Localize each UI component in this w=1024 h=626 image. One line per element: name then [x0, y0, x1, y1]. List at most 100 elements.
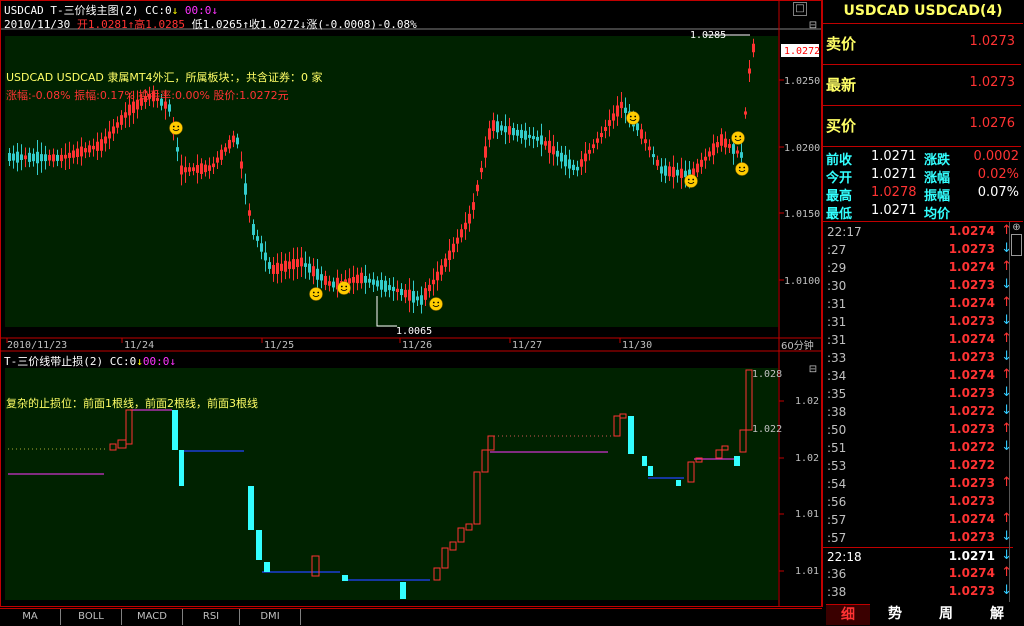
tick-price: 1.0273 — [948, 530, 995, 544]
sell-price-row: 卖价 1.0273 — [823, 24, 1021, 65]
candle-body — [388, 285, 391, 291]
candle-body — [412, 291, 415, 303]
tick-row: :38 1.0273 ↓ — [823, 583, 1013, 601]
stop-block-down — [400, 582, 406, 599]
candle-body — [324, 275, 327, 285]
tick-row: :31 1.0274 ↑ — [823, 331, 1013, 349]
candle-body — [640, 129, 643, 139]
candle-body — [252, 224, 255, 235]
candle-body — [520, 129, 523, 139]
date-axis-label: 2010/11/23 — [7, 340, 67, 351]
sub-chart-header: T-三价线带止损(2) CC:0↓00:0↓ — [4, 353, 176, 369]
tick-price: 1.0274 — [948, 368, 995, 382]
up-arrow-icon: ↑ — [242, 18, 249, 31]
smiley-eye — [312, 291, 315, 294]
stat-label: 涨幅 — [924, 171, 951, 186]
tick-list[interactable]: 22:17 1.0274 ↑:27 1.0273 ↓:29 1.0274 ↑:30 1.027… — [823, 223, 1013, 603]
candle-body — [276, 262, 279, 274]
candle-body — [484, 146, 487, 158]
candle-body — [124, 112, 127, 118]
tick-price: 1.0274 — [948, 224, 995, 238]
tick-time: :51 — [827, 441, 847, 455]
candle-body — [704, 156, 707, 161]
candle-body — [396, 288, 399, 293]
tick-row: :35 1.0273 ↓ — [823, 385, 1013, 403]
side-tab-trend[interactable]: 势 — [873, 604, 917, 624]
candle-body — [676, 169, 679, 176]
candle-body — [52, 154, 55, 162]
candle-body — [80, 146, 83, 157]
stat-row-high: 最高 1.0278 振幅 0.07% — [823, 185, 1023, 204]
quote-sidebar: USDCAD USDCAD(4) 卖价 1.0273 最新 1.0273 买价 … — [822, 0, 1024, 607]
candle-body — [304, 263, 307, 267]
candle-body — [428, 284, 431, 292]
tick-row: :53 1.0272 — [823, 457, 1013, 475]
candle-body — [672, 166, 675, 178]
stat-label: 振幅 — [924, 189, 951, 204]
sub-minimize-icon[interactable]: ⊟ — [807, 364, 819, 376]
candle-body — [40, 154, 43, 162]
tab-rsi[interactable]: RSI — [183, 609, 240, 625]
scroll-up-icon[interactable]: ⊕ — [1011, 222, 1022, 233]
sub-cc-time: 00:0 — [142, 355, 170, 368]
sub-axis-label: 1.022 — [752, 424, 782, 435]
candle-body — [200, 163, 203, 174]
candle-body — [544, 141, 547, 146]
tick-row: :36 1.0274 ↑ — [823, 565, 1013, 583]
buy-label: 买价 — [826, 117, 857, 135]
tick-row: :30 1.0273 ↓ — [823, 277, 1013, 295]
stat-row-open: 今开 1.0271 涨幅 0.02% — [823, 167, 1023, 186]
sub-info-line: 复杂的止损位：前面1根线，前面2根线，前面3根线 — [6, 397, 258, 410]
candle-body — [728, 144, 731, 148]
price-axis-label: 1.0150 — [784, 209, 820, 220]
side-tab-detail[interactable]: 细 — [826, 604, 870, 625]
candle-body — [724, 138, 727, 148]
tick-time: :33 — [827, 351, 847, 365]
candle-body — [268, 262, 271, 269]
candle-body — [320, 274, 323, 281]
candle-body — [88, 145, 91, 153]
smiley-eye — [687, 178, 690, 181]
tick-price: 1.0273 — [948, 314, 995, 328]
down-arrow-icon: ↓ — [169, 355, 176, 368]
candle-body — [100, 139, 103, 151]
smiley-eye — [739, 135, 742, 138]
stat-label: 今开 — [826, 171, 853, 186]
tab-boll[interactable]: BOLL — [61, 609, 122, 625]
candle-body — [668, 166, 671, 177]
candle-body — [588, 149, 591, 154]
side-tab-week[interactable]: 周 — [924, 604, 968, 624]
scroll-thumb[interactable] — [1011, 234, 1022, 256]
smiley-eye — [172, 125, 175, 128]
tick-row: :29 1.0274 ↑ — [823, 259, 1013, 277]
candle-body — [424, 288, 427, 300]
candle-body — [296, 259, 299, 268]
candle-body — [180, 165, 183, 175]
candle-body — [188, 167, 191, 172]
tab-ma[interactable]: MA — [0, 609, 61, 625]
stat-value: 1.0271 — [871, 167, 917, 182]
candle-body — [608, 120, 611, 126]
tick-row: :34 1.0274 ↑ — [823, 367, 1013, 385]
minimize-icon[interactable]: ⊟ — [807, 20, 819, 32]
tick-time: :34 — [827, 369, 847, 383]
candle-body — [60, 154, 63, 162]
tab-dmi[interactable]: DMI — [240, 609, 301, 625]
candle-body — [300, 257, 303, 267]
period-label: 60分钟 — [781, 339, 814, 352]
tab-macd[interactable]: MACD — [122, 609, 183, 625]
side-tab-explain[interactable]: 解 — [975, 604, 1019, 624]
tick-price: 1.0273 — [948, 584, 995, 598]
candle-body — [712, 143, 715, 156]
smiley-eye — [634, 115, 637, 118]
bar-open: 开1.0281 — [76, 18, 128, 31]
sell-label: 卖价 — [826, 35, 857, 53]
smiley-icon — [731, 131, 745, 145]
tick-scrollbar[interactable]: ⊕ — [1009, 222, 1023, 602]
candle-body — [240, 161, 243, 169]
restore-icon[interactable]: □ — [793, 2, 807, 16]
candle-body — [20, 154, 23, 161]
candle-body — [408, 289, 411, 301]
bar-low: 低1.0265 — [191, 18, 243, 31]
smiley-eye — [692, 178, 695, 181]
